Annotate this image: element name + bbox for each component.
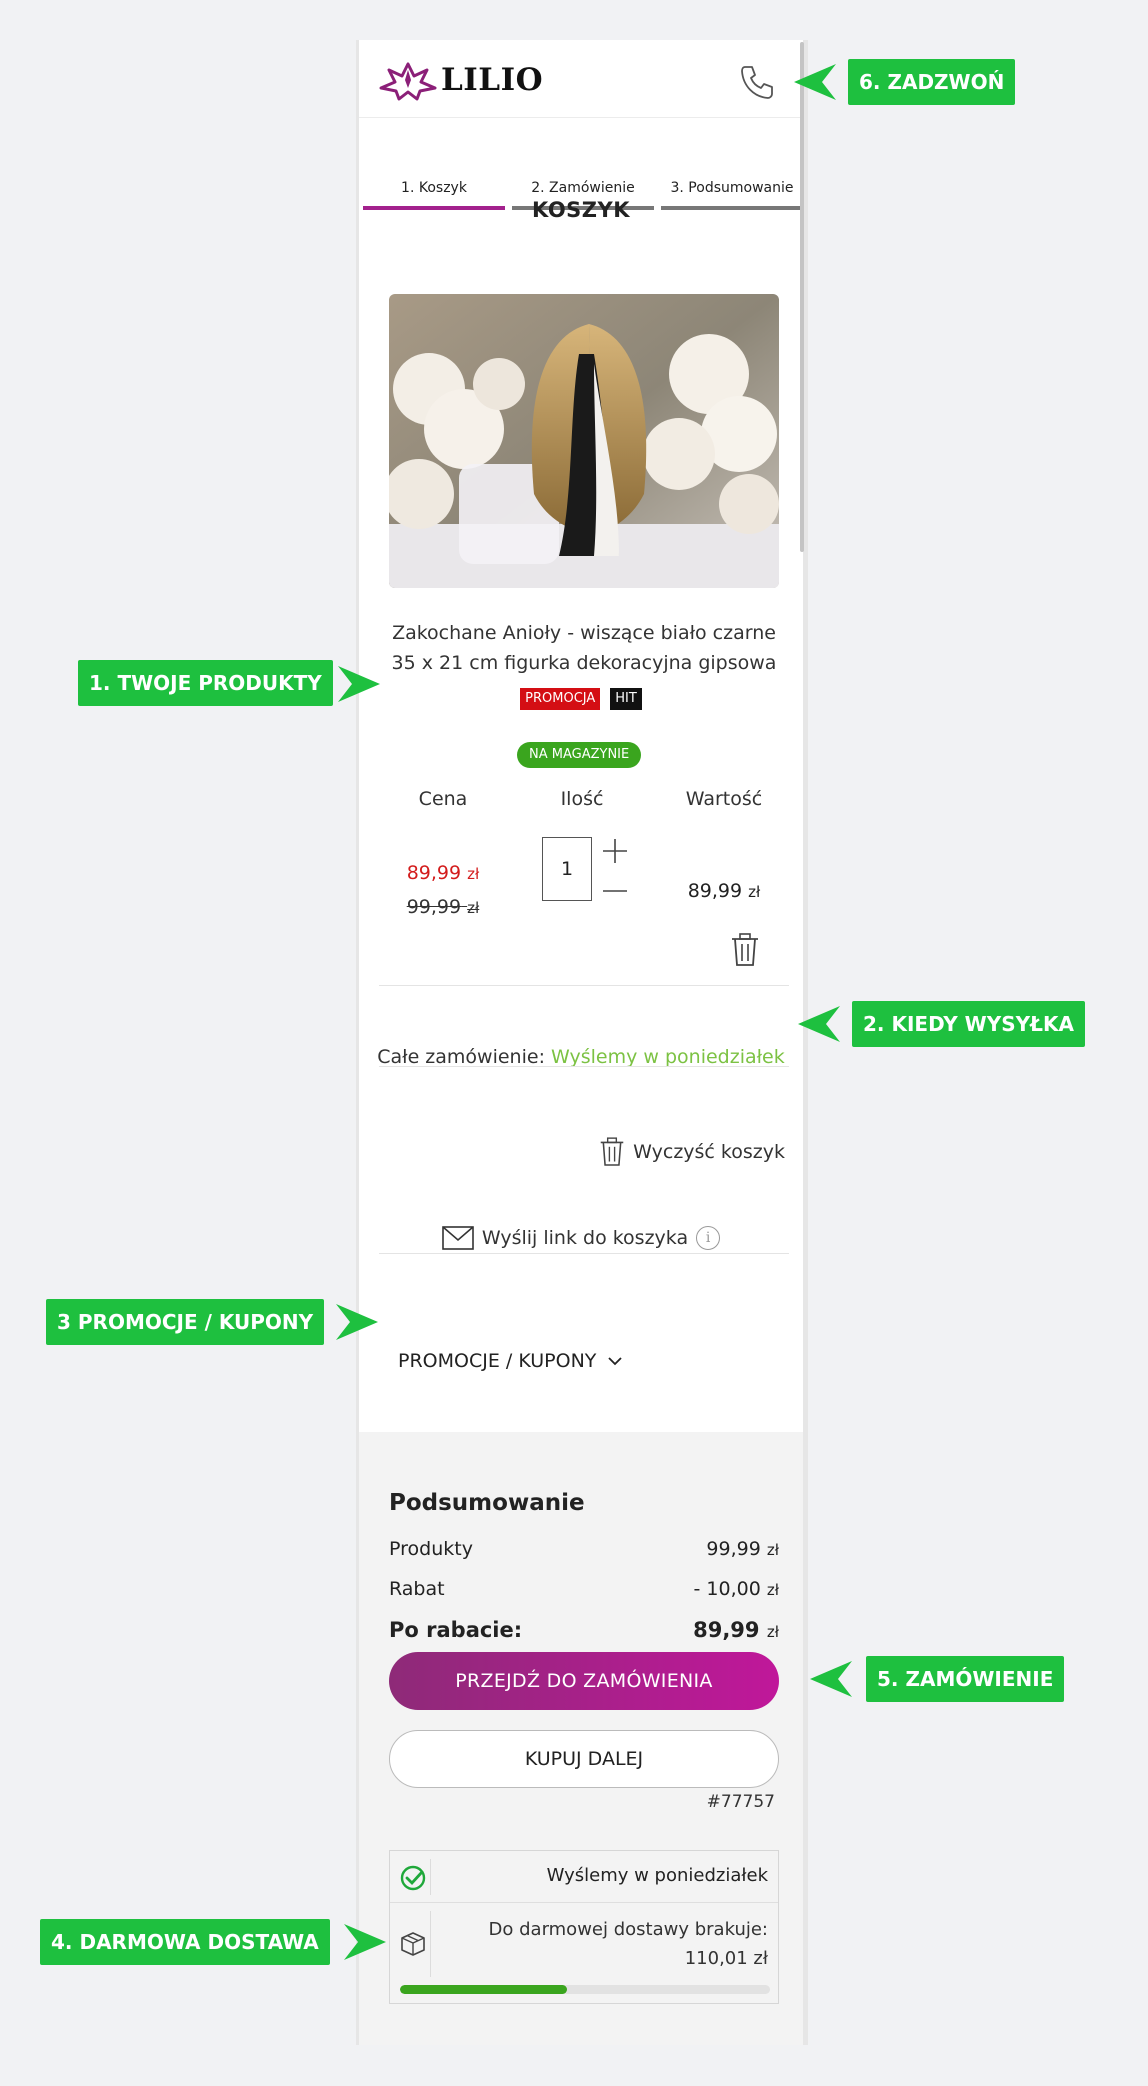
currency: zł bbox=[467, 865, 480, 883]
minus-icon[interactable] bbox=[602, 878, 628, 904]
trash-icon[interactable] bbox=[730, 933, 760, 967]
stock-badge: NA MAGAZYNIE bbox=[517, 742, 642, 768]
amount: 99,99 bbox=[706, 1538, 761, 1560]
package-icon bbox=[401, 1932, 425, 1956]
free-shipping-text: Do darmowej dostawy brakuje: 110,01 zł bbox=[489, 1915, 768, 1973]
brand-name: LILIO bbox=[441, 62, 544, 98]
header: LILIO bbox=[359, 40, 803, 118]
info-icon[interactable]: i bbox=[696, 1226, 721, 1250]
cart-id: #77757 bbox=[706, 1792, 775, 1812]
summary-row-discount: Rabat - 10,00 zł bbox=[389, 1578, 779, 1600]
amount: - 10,00 bbox=[693, 1578, 761, 1600]
summary-value: - 10,00 zł bbox=[694, 1578, 779, 1600]
product-name[interactable]: Zakochane Anioły - wiszące biało czarne … bbox=[379, 618, 789, 678]
step-label: 1. Koszyk bbox=[401, 180, 467, 196]
callout-call: 6. ZADZWOŃ bbox=[848, 59, 1016, 105]
product-badges: PROMOCJA HIT bbox=[359, 688, 803, 710]
arrow-right-icon bbox=[338, 666, 380, 702]
summary-label: Produkty bbox=[389, 1538, 473, 1560]
free-shipping-amount: 110,01 zł bbox=[684, 1948, 768, 1969]
divider bbox=[379, 985, 789, 986]
currency: zł bbox=[748, 883, 761, 901]
continue-shopping-button[interactable]: KUPUJ DALEJ bbox=[389, 1730, 779, 1788]
callout-order: 5. ZAMÓWIENIE bbox=[866, 1656, 1065, 1702]
callout-products: 1. TWOJE PRODUKTY bbox=[78, 660, 333, 706]
mobile-page: LILIO 1. Koszyk 2. Zamówienie 3. Podsumo… bbox=[356, 40, 808, 2045]
divider bbox=[430, 1859, 431, 1895]
summary-value: 89,99 zł bbox=[693, 1618, 779, 1642]
phone-icon[interactable] bbox=[737, 62, 777, 102]
promo-badge: PROMOCJA bbox=[520, 688, 601, 710]
currency: zł bbox=[766, 1541, 779, 1559]
logo[interactable]: LILIO bbox=[377, 58, 543, 102]
shipping-info: Całe zamówienie: Wyślemy w poniedziałek bbox=[359, 1046, 803, 1068]
line-value: 89,99 zł bbox=[659, 880, 789, 902]
ship-date-row: Wyślemy w poniedziałek bbox=[390, 1851, 778, 1903]
arrow-right-icon bbox=[336, 1304, 378, 1340]
divider bbox=[379, 1066, 789, 1067]
shipping-label: Całe zamówienie: bbox=[377, 1046, 545, 1068]
trash-icon bbox=[600, 1137, 624, 1166]
scrollbar[interactable] bbox=[800, 42, 804, 552]
divider bbox=[430, 1911, 431, 1977]
free-shipping-label: Do darmowej dostawy brakuje: bbox=[488, 1919, 768, 1940]
lily-logo-icon bbox=[379, 62, 437, 101]
send-cart-link[interactable]: Wyślij link do koszyka i bbox=[359, 1226, 803, 1250]
quantity-input[interactable]: 1 bbox=[542, 837, 592, 901]
progress-fill bbox=[400, 1985, 567, 1994]
chevron-down-icon bbox=[608, 1357, 623, 1366]
product-name-line: Zakochane Anioły - wiszące biało czarne bbox=[392, 622, 776, 644]
check-circle-icon bbox=[400, 1865, 426, 1891]
callout-shipping: 2. KIEDY WYSYŁKA bbox=[852, 1001, 1085, 1047]
clear-cart-label: Wyczyść koszyk bbox=[633, 1141, 785, 1163]
shipping-date: Wyślemy w poniedziałek bbox=[551, 1046, 785, 1068]
promo-coupons-toggle[interactable]: PROMOCJE / KUPONY bbox=[398, 1350, 623, 1372]
divider bbox=[379, 1253, 789, 1254]
summary-value: 99,99 zł bbox=[706, 1538, 779, 1560]
column-value: Wartość bbox=[685, 788, 763, 810]
free-shipping-progress bbox=[400, 1985, 770, 1994]
column-price: Cena bbox=[418, 788, 468, 810]
ship-date-text: Wyślemy w poniedziałek bbox=[546, 1865, 768, 1886]
line-value-amount: 89,99 bbox=[687, 880, 743, 902]
price-old-amount: 99,99 bbox=[406, 896, 462, 918]
delivery-info-box: Wyślemy w poniedziałek Do darmowej dosta… bbox=[389, 1850, 779, 2004]
checkout-button[interactable]: PRZEJDŹ DO ZAMÓWIENIA bbox=[389, 1652, 779, 1710]
amount: 89,99 bbox=[693, 1618, 760, 1642]
callout-promo: 3 PROMOCJE / KUPONY bbox=[46, 1299, 325, 1345]
promo-toggle-label: PROMOCJE / KUPONY bbox=[398, 1350, 597, 1372]
product-name-line: 35 x 21 cm figurka dekoracyjna gipsowa bbox=[391, 652, 777, 674]
summary-title: Podsumowanie bbox=[389, 1490, 585, 1516]
summary-label: Po rabacie: bbox=[389, 1618, 523, 1642]
arrow-left-icon bbox=[798, 1006, 840, 1042]
page-title: KOSZYK bbox=[531, 198, 630, 222]
arrow-left-icon bbox=[810, 1661, 852, 1697]
currency: zł bbox=[467, 899, 480, 917]
product-image[interactable] bbox=[389, 294, 779, 588]
summary-row-total: Po rabacie: 89,99 zł bbox=[389, 1618, 779, 1642]
price-current: 89,99 zł bbox=[383, 862, 503, 884]
summary-label: Rabat bbox=[389, 1578, 445, 1600]
currency: zł bbox=[766, 1581, 779, 1599]
arrow-left-icon bbox=[794, 64, 836, 100]
summary-row-products: Produkty 99,99 zł bbox=[389, 1538, 779, 1560]
callout-free-delivery: 4. DARMOWA DOSTAWA bbox=[40, 1919, 330, 1965]
plus-icon[interactable] bbox=[602, 838, 628, 864]
clear-cart-button[interactable]: Wyczyść koszyk bbox=[599, 1136, 785, 1168]
price-old: 99,99 zł bbox=[383, 896, 503, 918]
currency: zł bbox=[766, 1623, 779, 1641]
column-quantity: Ilość bbox=[560, 788, 604, 810]
arrow-right-icon bbox=[344, 1924, 386, 1960]
hit-badge: HIT bbox=[610, 688, 642, 710]
send-link-label: Wyślij link do koszyka bbox=[481, 1227, 689, 1249]
step-label: 2. Zamówienie bbox=[531, 180, 635, 196]
price-current-amount: 89,99 bbox=[406, 862, 462, 884]
envelope-icon bbox=[442, 1226, 474, 1250]
step-label: 3. Podsumowanie bbox=[670, 180, 794, 196]
